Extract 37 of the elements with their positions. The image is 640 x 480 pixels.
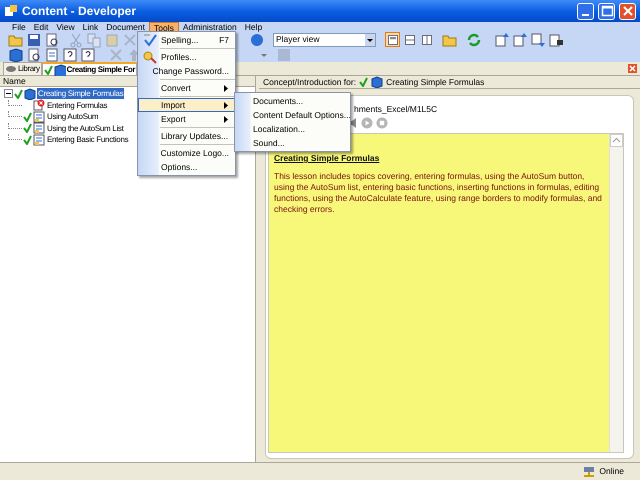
menu-item[interactable]: Tools [148,22,179,32]
menu-item[interactable]: Spelling... F7 [138,33,235,47]
menu-item[interactable]: Library Updates... [138,129,235,143]
menu-item[interactable]: Change Password... [138,64,235,78]
tree-item[interactable]: Entering Basic Functions [46,134,130,146]
tab[interactable]: Creating Simple For [42,62,138,75]
menu-item[interactable]: Sound... [235,136,350,150]
lesson-description: This lesson includes topics covering, entering formulas, using the AutoSum button, using the AutoSum list, entering basic functions, inserting functions in formulas, editing functions, using the AutoCalculate feature, using range borders to modify formulas, and checking errors. [274,170,603,215]
tab[interactable]: Library [3,62,42,75]
menu-item[interactable]: View [52,22,79,32]
menu-item[interactable]: Profiles... [138,50,235,64]
path-text: hments_Excel/M1L5C [354,102,438,116]
tree-item[interactable]: Entering Formulas [46,100,108,111]
column-header[interactable]: Name [3,74,26,88]
status-text: Online [599,465,624,478]
header-label: Concept/Introduction for: [263,76,356,88]
tree-item[interactable]: Creating Simple Formulas [37,88,124,100]
menu-item[interactable]: Administration [178,22,241,32]
menu-item[interactable]: Export [138,112,235,126]
window-title: Content - Developer [22,3,138,20]
view-select[interactable]: Player view [273,32,376,46]
menu-item[interactable]: Edit [30,22,52,32]
lesson-heading: Creating Simple Formulas [274,152,380,165]
menu-item[interactable]: Localization... [235,122,350,136]
menu-item[interactable]: Document [102,22,149,32]
menu-item[interactable]: Options... [138,160,235,174]
menu-item[interactable]: Documents... [235,94,350,108]
menu-item[interactable]: Customize Logo... [138,146,235,160]
tree-item[interactable]: Using the AutoSum List [46,122,125,134]
menu-item[interactable]: Help [240,22,266,32]
menu-item[interactable]: Content Default Options... [235,108,350,122]
menu-item[interactable]: Import [138,98,235,112]
menu-item[interactable]: Convert [138,81,235,95]
tree-item[interactable]: Using AutoSum [46,111,100,122]
header-title: Creating Simple Formulas [386,76,484,88]
menu-item[interactable]: File [8,22,30,32]
menu-item[interactable]: Link [78,22,102,32]
